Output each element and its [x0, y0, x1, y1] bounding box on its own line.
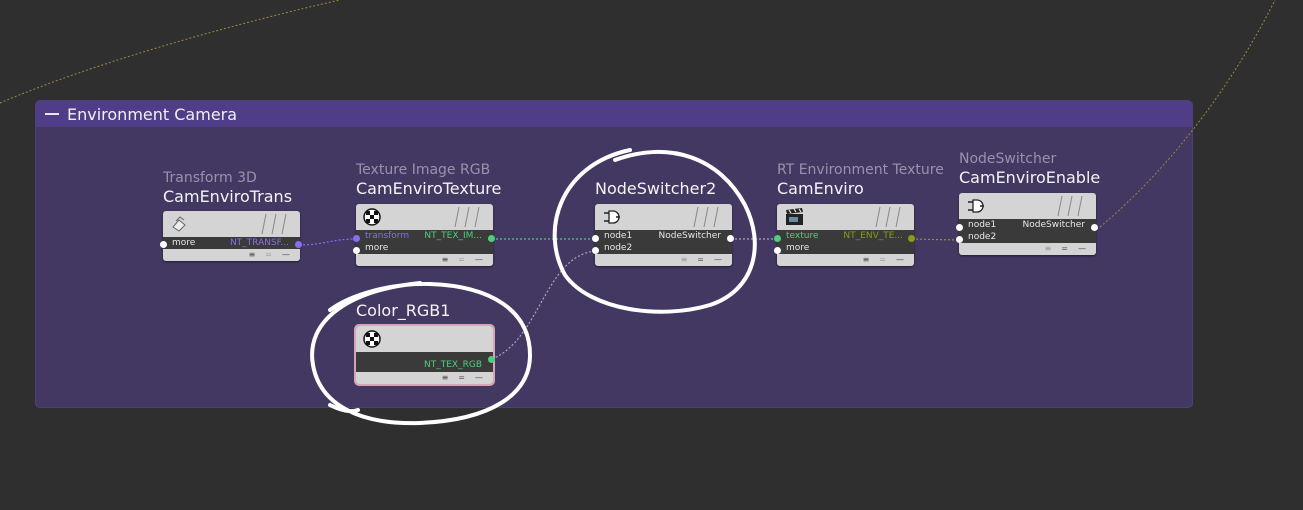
- input-port-node2[interactable]: [592, 247, 599, 254]
- output-port-label: NodeSwitcher: [658, 231, 721, 241]
- node-camenvirotexture[interactable]: Texture Image RGB CamEnviroTexture trans…: [356, 162, 501, 274]
- node-flags[interactable]: [451, 206, 487, 228]
- node-name-label[interactable]: CamEnviroEnable: [959, 168, 1100, 187]
- plug-icon: [968, 199, 984, 213]
- equals-icon[interactable]: =: [458, 255, 465, 265]
- node-name-label[interactable]: CamEnviroTexture: [356, 179, 501, 198]
- list-icon[interactable]: ≡: [442, 373, 449, 383]
- node-body[interactable]: texture NT_ENV_TE... more ≡ = —: [777, 204, 914, 266]
- input-port-transform[interactable]: [353, 235, 360, 242]
- node-body[interactable]: NT_TEX_RGB ≡ = —: [354, 324, 495, 386]
- node-footer: ≡ = —: [356, 372, 493, 384]
- transform-icon: [172, 216, 186, 232]
- list-icon[interactable]: ≡: [1045, 244, 1052, 254]
- minus-icon[interactable]: —: [1078, 244, 1086, 254]
- node-type-label: Texture Image RGB: [356, 162, 491, 178]
- node-color-rgb1[interactable]: Color_RGB1 NT_TEX_RGB ≡ = —: [354, 299, 495, 389]
- checker-icon: [363, 208, 381, 226]
- node-camenviro[interactable]: RT Environment Texture CamEnviro texture…: [777, 162, 944, 274]
- input-port-label: transform: [365, 231, 410, 241]
- output-port-texture[interactable]: [488, 235, 495, 242]
- output-port-env[interactable]: [908, 235, 915, 242]
- input-port-more[interactable]: [353, 247, 360, 254]
- input-port-label: more: [172, 238, 196, 248]
- input-port-more[interactable]: [160, 241, 167, 248]
- input-port-texture[interactable]: [774, 235, 781, 242]
- output-port-label: NT_TEX_IM...: [424, 231, 482, 241]
- output-port-color[interactable]: [488, 356, 495, 363]
- node-type-label: NodeSwitcher: [959, 151, 1057, 167]
- equals-icon[interactable]: =: [879, 255, 886, 265]
- node-footer: ≡ = —: [777, 254, 914, 266]
- minus-icon[interactable]: —: [475, 373, 483, 383]
- network-box-header[interactable]: Environment Camera: [36, 101, 1192, 127]
- node-footer: ≡ = —: [959, 243, 1096, 255]
- output-port-transform[interactable]: [295, 241, 302, 248]
- input-port-node2[interactable]: [956, 236, 963, 243]
- input-port-label: node2: [968, 232, 997, 242]
- node-camenviroenable[interactable]: NodeSwitcher CamEnviroEnable node1 NodeS…: [959, 151, 1100, 263]
- node-flags[interactable]: [258, 213, 294, 235]
- list-icon[interactable]: ≡: [442, 255, 449, 265]
- node-body[interactable]: node1 NodeSwitcher node2 ≡ = —: [595, 204, 732, 266]
- input-port-label: more: [365, 243, 389, 253]
- checker-icon: [363, 330, 381, 348]
- input-port-label: node2: [604, 243, 633, 253]
- node-name-label[interactable]: CamEnviroTrans: [163, 187, 292, 206]
- node-type-label: Transform 3D: [163, 170, 257, 186]
- output-port-nodeswitcher[interactable]: [727, 235, 734, 242]
- node-body[interactable]: transform NT_TEX_IM... more ≡ = —: [356, 204, 493, 266]
- input-port-label: texture: [786, 231, 819, 241]
- output-port-label: NT_TRANSF...: [229, 238, 289, 248]
- equals-icon[interactable]: =: [458, 373, 465, 383]
- minus-icon[interactable]: —: [475, 255, 483, 265]
- node-camenvirotrans[interactable]: Transform 3D CamEnviroTrans more NT_TRAN…: [163, 170, 300, 270]
- node-flags[interactable]: [1054, 195, 1090, 217]
- node-footer: ≡ = —: [163, 249, 300, 261]
- minus-icon[interactable]: —: [282, 250, 290, 260]
- clapper-icon: [786, 208, 803, 225]
- list-icon[interactable]: ≡: [681, 255, 688, 265]
- input-port-more[interactable]: [774, 247, 781, 254]
- equals-icon[interactable]: =: [265, 250, 272, 260]
- input-port-label: more: [786, 243, 810, 253]
- list-icon[interactable]: ≡: [863, 255, 870, 265]
- input-port-label: node1: [604, 231, 633, 241]
- node-type-label: RT Environment Texture: [777, 162, 944, 178]
- input-port-label: node1: [968, 220, 997, 230]
- input-port-node1[interactable]: [956, 224, 963, 231]
- output-port-nodeswitcher[interactable]: [1091, 224, 1098, 231]
- node-nodeswitcher2[interactable]: NodeSwitcher2 node1 NodeSwitcher node2 ≡…: [595, 178, 732, 278]
- node-flags[interactable]: [690, 206, 726, 228]
- node-body[interactable]: more NT_TRANSF... ≡ = —: [163, 211, 300, 261]
- node-flags[interactable]: [872, 206, 908, 228]
- network-box-title: Environment Camera: [67, 104, 238, 124]
- node-footer: ≡ = —: [595, 254, 732, 266]
- node-footer: ≡ = —: [356, 254, 493, 266]
- node-body[interactable]: node1 NodeSwitcher node2 ≡ = —: [959, 193, 1096, 255]
- list-icon[interactable]: ≡: [249, 250, 256, 260]
- equals-icon[interactable]: =: [697, 255, 704, 265]
- node-name-label[interactable]: Color_RGB1: [356, 301, 450, 320]
- plug-icon: [604, 210, 620, 224]
- background-wire-left: [0, 0, 341, 104]
- input-port-node1[interactable]: [592, 235, 599, 242]
- output-port-label: NodeSwitcher: [1022, 220, 1085, 230]
- minus-icon[interactable]: —: [714, 255, 722, 265]
- node-name-label[interactable]: NodeSwitcher2: [595, 179, 716, 198]
- minus-icon[interactable]: —: [896, 255, 904, 265]
- equals-icon[interactable]: =: [1061, 244, 1068, 254]
- output-port-label: NT_ENV_TE...: [843, 231, 903, 241]
- collapse-icon[interactable]: [45, 113, 59, 115]
- node-name-label[interactable]: CamEnviro: [777, 179, 864, 198]
